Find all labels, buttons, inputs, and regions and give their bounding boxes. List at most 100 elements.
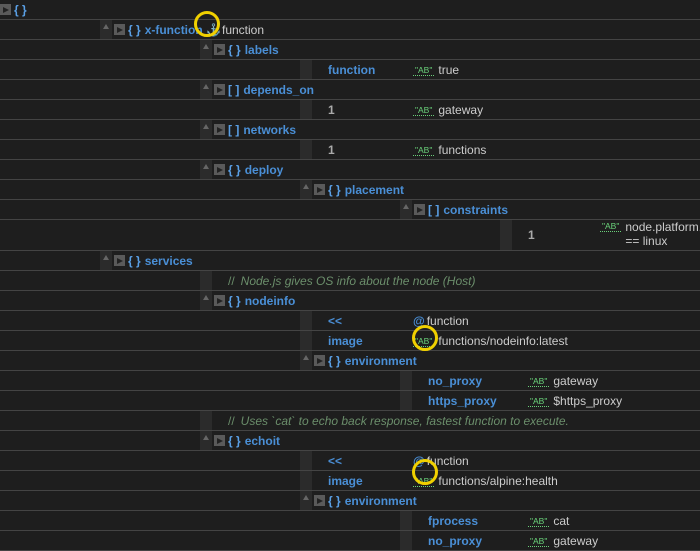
expand-toggle[interactable]	[214, 84, 225, 95]
object-brace-icon: { }	[128, 254, 141, 268]
expand-toggle[interactable]	[214, 124, 225, 135]
depends-on-key: depends_on	[243, 83, 314, 97]
no-proxy-row[interactable]: no_proxy "AB" gateway	[0, 371, 700, 390]
string-type-icon: "AB"	[413, 475, 434, 487]
expand-toggle[interactable]	[214, 164, 225, 175]
networks-row[interactable]: [ ] networks	[0, 120, 700, 139]
scroll-gutter[interactable]	[200, 80, 212, 99]
labels-row[interactable]: { } labels	[0, 40, 700, 59]
expand-toggle[interactable]	[314, 355, 325, 366]
echoit-no-proxy-row[interactable]: no_proxy "AB" gateway	[0, 531, 700, 550]
labels-function-val: true	[438, 63, 459, 77]
scroll-gutter[interactable]	[200, 271, 212, 290]
object-brace-icon: { }	[328, 354, 341, 368]
fprocess-row[interactable]: fprocess "AB" cat	[0, 511, 700, 530]
scroll-gutter[interactable]	[300, 311, 312, 330]
root-row[interactable]: { }	[0, 0, 700, 19]
scroll-gutter[interactable]	[300, 471, 312, 490]
echoit-row[interactable]: { } echoit	[0, 431, 700, 450]
depends-on-item-row[interactable]: 1 "AB" gateway	[0, 100, 700, 119]
scroll-gutter[interactable]	[200, 411, 212, 430]
scroll-gutter[interactable]	[400, 391, 412, 410]
scroll-gutter[interactable]	[200, 160, 212, 179]
object-brace-icon: { }	[14, 3, 27, 17]
image-key: image	[328, 334, 363, 348]
anchor-label: function	[222, 23, 264, 37]
depends-on-row[interactable]: [ ] depends_on	[0, 80, 700, 99]
scroll-gutter[interactable]	[300, 60, 312, 79]
object-brace-icon: { }	[228, 434, 241, 448]
placement-row[interactable]: { } placement	[0, 180, 700, 199]
nodeinfo-merge-row[interactable]: << @ function	[0, 311, 700, 330]
expand-toggle[interactable]	[414, 204, 425, 215]
scroll-gutter[interactable]	[200, 291, 212, 310]
string-type-icon: "AB"	[413, 104, 434, 116]
scroll-gutter[interactable]	[200, 40, 212, 59]
scroll-gutter[interactable]	[400, 371, 412, 390]
string-type-icon: "AB"	[528, 375, 549, 387]
environment-key: environment	[345, 494, 417, 508]
image-key: image	[328, 474, 363, 488]
scroll-gutter[interactable]	[100, 251, 112, 270]
string-type-icon: "AB"	[413, 144, 434, 156]
scroll-gutter[interactable]	[400, 200, 412, 219]
object-brace-icon: { }	[128, 23, 141, 37]
anchor-icon: ⚓	[206, 23, 221, 37]
constraints-val: node.platform.os == linux	[625, 220, 700, 248]
expand-toggle[interactable]	[314, 495, 325, 506]
expand-toggle[interactable]	[314, 184, 325, 195]
array-brace-icon: [ ]	[228, 83, 239, 97]
placement-key: placement	[345, 183, 404, 197]
object-brace-icon: { }	[228, 163, 241, 177]
expand-toggle[interactable]	[214, 44, 225, 55]
object-brace-icon: { }	[328, 494, 341, 508]
environment-key: environment	[345, 354, 417, 368]
scroll-gutter[interactable]	[300, 491, 312, 510]
fprocess-key: fprocess	[428, 514, 478, 528]
scroll-gutter[interactable]	[400, 531, 412, 550]
https-proxy-key: https_proxy	[428, 394, 497, 408]
object-brace-icon: { }	[228, 294, 241, 308]
scroll-gutter[interactable]	[200, 431, 212, 450]
scroll-gutter[interactable]	[300, 351, 312, 370]
nodeinfo-env-row[interactable]: { } environment	[0, 351, 700, 370]
scroll-gutter[interactable]	[300, 331, 312, 350]
echoit-env-row[interactable]: { } environment	[0, 491, 700, 510]
scroll-gutter[interactable]	[400, 511, 412, 530]
expand-toggle[interactable]	[0, 4, 11, 15]
networks-val: functions	[438, 143, 486, 157]
expand-toggle[interactable]	[214, 435, 225, 446]
reference-at-icon: @	[413, 454, 425, 468]
services-key: services	[145, 254, 193, 268]
scroll-gutter[interactable]	[300, 140, 312, 159]
x-function-row[interactable]: { } x-function ⚓ function	[0, 20, 700, 39]
labels-key: labels	[245, 43, 279, 57]
services-row[interactable]: { } services	[0, 251, 700, 270]
depends-on-val: gateway	[438, 103, 483, 117]
constraints-item-row[interactable]: 1 "AB" node.platform.os == linux	[0, 220, 700, 250]
echoit-merge-row[interactable]: << @ function	[0, 451, 700, 470]
nodeinfo-image-row[interactable]: image "AB" functions/nodeinfo:latest	[0, 331, 700, 350]
no-proxy-val: gateway	[553, 534, 598, 548]
labels-function-key: function	[328, 63, 375, 77]
scroll-gutter[interactable]	[200, 120, 212, 139]
nodeinfo-key: nodeinfo	[245, 294, 296, 308]
merge-key: <<	[328, 454, 342, 468]
scroll-gutter[interactable]	[300, 180, 312, 199]
labels-function-row[interactable]: function "AB" true	[0, 60, 700, 79]
https-proxy-row[interactable]: https_proxy "AB" $https_proxy	[0, 391, 700, 410]
expand-toggle[interactable]	[114, 255, 125, 266]
constraints-row[interactable]: [ ] constraints	[0, 200, 700, 219]
string-type-icon: "AB"	[413, 64, 434, 76]
networks-item-row[interactable]: 1 "AB" functions	[0, 140, 700, 159]
scroll-gutter[interactable]	[100, 20, 112, 39]
scroll-gutter[interactable]	[300, 100, 312, 119]
expand-toggle[interactable]	[114, 24, 125, 35]
deploy-row[interactable]: { } deploy	[0, 160, 700, 179]
echoit-image-row[interactable]: image "AB" functions/alpine:health	[0, 471, 700, 490]
scroll-gutter[interactable]	[300, 451, 312, 470]
comment-slashes: //	[228, 414, 235, 428]
nodeinfo-row[interactable]: { } nodeinfo	[0, 291, 700, 310]
scroll-gutter[interactable]	[500, 220, 512, 250]
expand-toggle[interactable]	[214, 295, 225, 306]
